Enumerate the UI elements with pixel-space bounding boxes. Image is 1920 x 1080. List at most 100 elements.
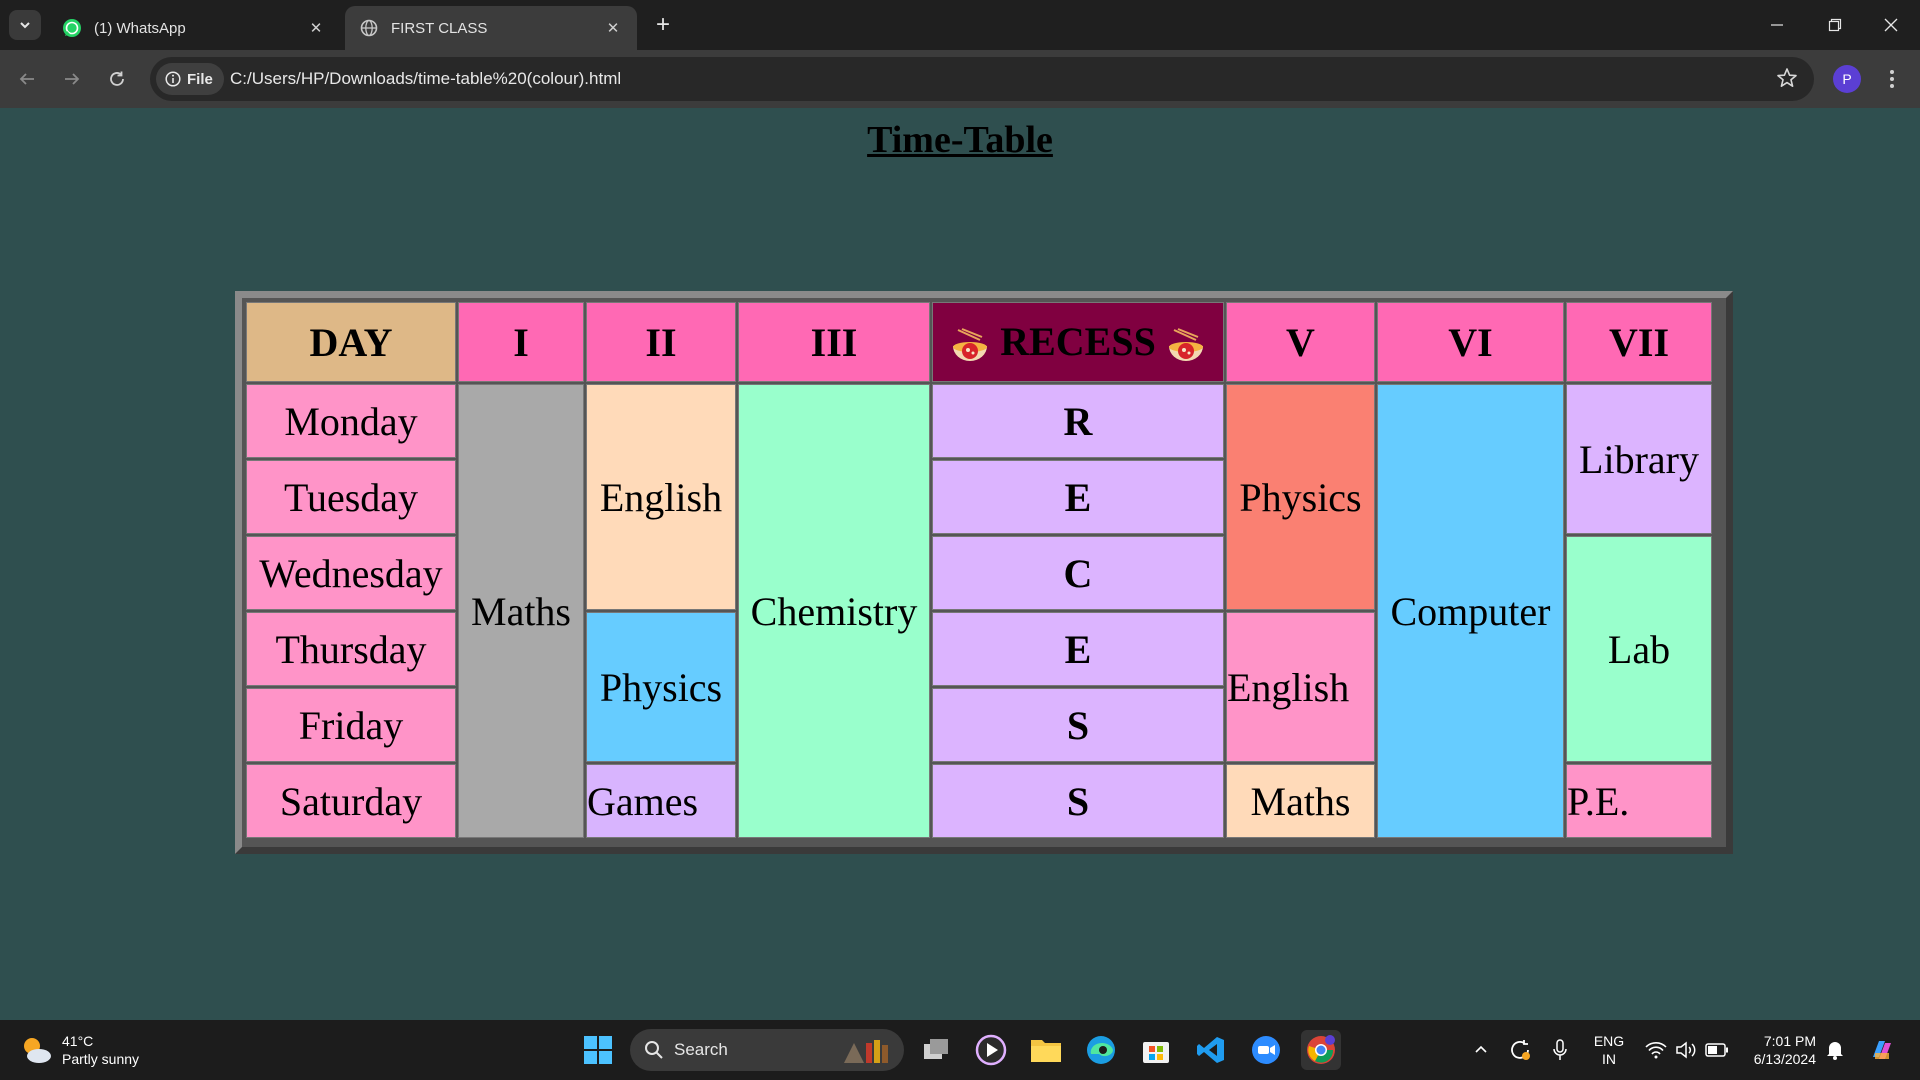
restore-icon	[1828, 18, 1842, 32]
close-icon[interactable]: ✕	[603, 18, 623, 38]
microphone-icon	[1553, 1039, 1567, 1060]
header-period-1: I	[458, 302, 584, 382]
tab-whatsapp[interactable]: (1) WhatsApp ✕	[48, 6, 340, 50]
whatsapp-icon	[62, 18, 82, 38]
globe-icon	[359, 18, 379, 38]
page-title: Time-Table	[867, 119, 1053, 161]
close-window-button[interactable]	[1862, 0, 1920, 50]
period5-physics: Physics	[1226, 384, 1375, 610]
sync-status-button[interactable]	[1505, 1020, 1535, 1080]
more-menu-icon[interactable]	[1878, 64, 1906, 94]
microphone-button[interactable]	[1547, 1020, 1573, 1080]
media-player-button[interactable]	[971, 1030, 1011, 1070]
battery-button[interactable]	[1702, 1020, 1732, 1080]
lang-line1: ENG	[1593, 1033, 1625, 1049]
new-tab-button[interactable]: +	[648, 10, 678, 40]
period7-lab: Lab	[1566, 536, 1712, 762]
language-indicator[interactable]: ENG IN	[1590, 1032, 1628, 1068]
tab-title: (1) WhatsApp	[94, 19, 186, 37]
browser-toolbar: File C:/Users/HP/Downloads/time-table%20…	[0, 50, 1920, 108]
day-cell-monday: Monday	[246, 384, 456, 458]
tab-title: FIRST CLASS	[391, 19, 488, 37]
forward-button[interactable]	[55, 62, 89, 96]
noodle-bowl-icon	[953, 327, 988, 361]
back-button[interactable]	[10, 62, 44, 96]
copilot-icon	[1873, 1041, 1891, 1059]
wifi-button[interactable]	[1642, 1020, 1670, 1080]
profile-avatar[interactable]: P	[1833, 65, 1861, 93]
period5-english: English	[1226, 612, 1375, 762]
period1-maths: Maths	[458, 384, 584, 838]
search-label: Search	[674, 1040, 728, 1059]
wifi-icon	[1645, 1042, 1667, 1059]
edge-button[interactable]	[1081, 1030, 1121, 1070]
zoom-button[interactable]	[1246, 1030, 1286, 1070]
header-period-7: VII	[1566, 302, 1712, 382]
store-button[interactable]	[1136, 1030, 1176, 1070]
vscode-button[interactable]	[1191, 1030, 1231, 1070]
period7-pe: P.E.	[1566, 764, 1712, 838]
reload-icon	[110, 71, 124, 86]
address-bar[interactable]: File C:/Users/HP/Downloads/time-table%20…	[150, 57, 1814, 101]
bookmark-star-icon[interactable]	[1776, 67, 1800, 91]
recess-letter: S	[932, 688, 1224, 762]
taskbar-search[interactable]: Search	[630, 1029, 904, 1071]
tab-search-button[interactable]	[9, 10, 41, 40]
reload-button[interactable]	[100, 62, 134, 96]
zoom-icon	[1252, 1036, 1280, 1064]
period2-games: Games	[586, 764, 736, 838]
chip-label: File	[187, 70, 213, 88]
day-cell-thursday: Thursday	[246, 612, 456, 686]
day-cell-saturday: Saturday	[246, 764, 456, 838]
chevron-down-icon	[20, 22, 30, 29]
day-cell-friday: Friday	[246, 688, 456, 762]
close-icon[interactable]: ✕	[306, 18, 326, 38]
chrome-button[interactable]	[1301, 1030, 1341, 1070]
task-view-button[interactable]	[916, 1030, 956, 1070]
notifications-button[interactable]	[1822, 1020, 1848, 1080]
url-text[interactable]: C:/Users/HP/Downloads/time-table%20(colo…	[230, 57, 621, 101]
copilot-button[interactable]	[1864, 1020, 1900, 1080]
info-icon	[165, 71, 181, 87]
taskbar: 41°C Partly sunny Search ENG IN 7:01 PM …	[0, 1020, 1920, 1080]
minimize-icon	[1771, 24, 1783, 26]
volume-button[interactable]	[1672, 1020, 1700, 1080]
task-view-icon	[924, 1039, 948, 1059]
bell-icon	[1827, 1042, 1843, 1060]
battery-icon	[1705, 1043, 1728, 1057]
site-info-chip[interactable]: File	[156, 63, 224, 95]
vscode-icon	[1197, 1037, 1224, 1063]
chrome-icon	[1307, 1035, 1335, 1064]
timetable-frame: DAY I II III RECESS V VI VII Monday Math…	[235, 291, 1733, 854]
header-period-5: V	[1226, 302, 1375, 382]
restore-button[interactable]	[1806, 0, 1864, 50]
edge-icon	[1087, 1036, 1115, 1064]
tray-overflow-button[interactable]	[1468, 1020, 1494, 1080]
lang-line2: IN	[1602, 1051, 1616, 1067]
weather-temp: 41°C	[62, 1033, 94, 1049]
search-icon	[645, 1041, 663, 1059]
file-explorer-button[interactable]	[1026, 1030, 1066, 1070]
clock-date: 6/13/2024	[1753, 1051, 1816, 1067]
recess-letter: R	[932, 384, 1224, 458]
clock[interactable]: 7:01 PM 6/13/2024	[1742, 1032, 1816, 1068]
minimize-button[interactable]	[1748, 0, 1806, 50]
start-button[interactable]	[578, 1030, 618, 1070]
partly-sunny-icon	[24, 1038, 51, 1063]
arrow-right-icon	[65, 73, 80, 85]
header-period-2: II	[586, 302, 736, 382]
period6-computer: Computer	[1377, 384, 1564, 838]
period2-physics: Physics	[586, 612, 736, 762]
play-circle-icon	[975, 1034, 1007, 1066]
tab-first-class[interactable]: FIRST CLASS ✕	[345, 6, 637, 50]
header-recess: RECESS	[932, 302, 1224, 382]
recess-letter: S	[932, 764, 1224, 838]
windows-icon	[584, 1036, 612, 1064]
timetable: DAY I II III RECESS V VI VII Monday Math…	[244, 300, 1714, 840]
weather-widget[interactable]: 41°C Partly sunny	[18, 1028, 139, 1072]
period5-maths: Maths	[1226, 764, 1375, 838]
day-cell-tuesday: Tuesday	[246, 460, 456, 534]
folder-icon	[1031, 1040, 1061, 1062]
header-period-3: III	[738, 302, 930, 382]
chevron-up-icon	[1475, 1045, 1487, 1053]
